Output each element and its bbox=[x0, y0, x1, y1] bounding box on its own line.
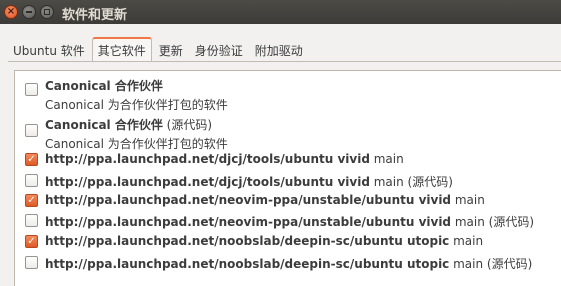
source-row-canonical-partner-source[interactable] bbox=[25, 124, 38, 137]
close-button[interactable]: × bbox=[4, 5, 18, 19]
check-icon: ✓ bbox=[27, 194, 36, 206]
tab-ubuntu-software[interactable]: Ubuntu 软件 bbox=[8, 39, 90, 61]
source-url: http://ppa.launchpad.net/noobslab/deepin… bbox=[45, 257, 450, 271]
tab-updates[interactable]: 更新 bbox=[154, 39, 188, 61]
source-checkbox[interactable] bbox=[25, 174, 38, 187]
source-entry-deepin-main: http://ppa.launchpad.net/noobslab/deepin… bbox=[45, 234, 483, 248]
source-checkbox[interactable] bbox=[25, 83, 38, 96]
tab-additional-drivers[interactable]: 附加驱动 bbox=[250, 39, 308, 61]
source-entry-canonical-partner-source: Canonical 合作伙伴 (源代码) Canonical 为合作伙伴打包的软… bbox=[45, 116, 228, 152]
source-row-neovim-source[interactable] bbox=[25, 214, 38, 227]
source-entry-neovim-main: http://ppa.launchpad.net/neovim-ppa/unst… bbox=[45, 193, 485, 207]
close-icon: × bbox=[6, 6, 16, 17]
source-name: Canonical 合作伙伴 bbox=[45, 118, 163, 132]
source-row-deepin-source[interactable] bbox=[25, 256, 38, 269]
minimize-button[interactable] bbox=[22, 5, 36, 19]
source-row-deepin-main[interactable]: ✓ bbox=[25, 235, 38, 248]
source-component: main (源代码) bbox=[369, 175, 453, 189]
title-bar: × 软件和更新 bbox=[0, 0, 561, 24]
source-checkbox[interactable] bbox=[25, 124, 38, 137]
source-description: Canonical 为合作伙伴打包的软件 bbox=[45, 98, 228, 112]
source-component: main bbox=[449, 234, 484, 248]
source-checkbox-checked[interactable]: ✓ bbox=[25, 153, 38, 166]
source-entry-djcj-source: http://ppa.launchpad.net/djcj/tools/ubun… bbox=[45, 173, 453, 190]
tab-authentication[interactable]: 身份验证 bbox=[190, 39, 248, 61]
source-url: http://ppa.launchpad.net/djcj/tools/ubun… bbox=[45, 175, 370, 189]
software-sources-list: Canonical 合作伙伴 Canonical 为合作伙伴打包的软件 Cano… bbox=[14, 70, 561, 286]
tab-other-software[interactable]: 其它软件 bbox=[91, 37, 152, 61]
source-row-djcj-source[interactable] bbox=[25, 174, 38, 187]
source-url: http://ppa.launchpad.net/neovim-ppa/unst… bbox=[45, 215, 452, 229]
check-icon: ✓ bbox=[27, 235, 36, 247]
window-title: 软件和更新 bbox=[62, 8, 128, 23]
tab-panel-border bbox=[8, 61, 561, 62]
source-component: main bbox=[451, 193, 485, 207]
source-entry-neovim-source: http://ppa.launchpad.net/neovim-ppa/unst… bbox=[45, 213, 534, 230]
source-checkbox-checked[interactable]: ✓ bbox=[25, 235, 38, 248]
source-url: http://ppa.launchpad.net/noobslab/deepin… bbox=[45, 234, 450, 248]
source-component: main (源代码) bbox=[449, 257, 533, 271]
minimize-icon bbox=[26, 11, 32, 13]
source-row-neovim-main[interactable]: ✓ bbox=[25, 194, 38, 207]
maximize-button[interactable] bbox=[40, 5, 54, 19]
tab-bar: Ubuntu 软件 其它软件 更新 身份验证 附加驱动 bbox=[8, 37, 310, 61]
source-name: Canonical 合作伙伴 bbox=[45, 79, 163, 93]
source-row-canonical-partner[interactable] bbox=[25, 83, 38, 96]
source-component: main (源代码) bbox=[451, 215, 535, 229]
maximize-icon bbox=[44, 9, 50, 15]
check-icon: ✓ bbox=[27, 153, 36, 165]
source-entry-djcj-main: http://ppa.launchpad.net/djcj/tools/ubun… bbox=[45, 152, 404, 166]
source-url: http://ppa.launchpad.net/neovim-ppa/unst… bbox=[45, 193, 452, 207]
source-component: main bbox=[369, 152, 404, 166]
source-description: Canonical 为合作伙伴打包的软件 bbox=[45, 137, 228, 151]
source-checkbox[interactable] bbox=[25, 256, 38, 269]
source-url: http://ppa.launchpad.net/djcj/tools/ubun… bbox=[45, 152, 370, 166]
source-checkbox-checked[interactable]: ✓ bbox=[25, 194, 38, 207]
software-updates-window: × 软件和更新 Ubuntu 软件 其它软件 更新 身份验证 附加驱动 Cano… bbox=[0, 0, 561, 286]
source-entry-canonical-partner: Canonical 合作伙伴 Canonical 为合作伙伴打包的软件 bbox=[45, 77, 228, 113]
source-checkbox[interactable] bbox=[25, 214, 38, 227]
source-row-djcj-main[interactable]: ✓ bbox=[25, 153, 38, 166]
source-entry-deepin-source: http://ppa.launchpad.net/noobslab/deepin… bbox=[45, 255, 532, 272]
source-suffix: (源代码) bbox=[162, 118, 213, 132]
